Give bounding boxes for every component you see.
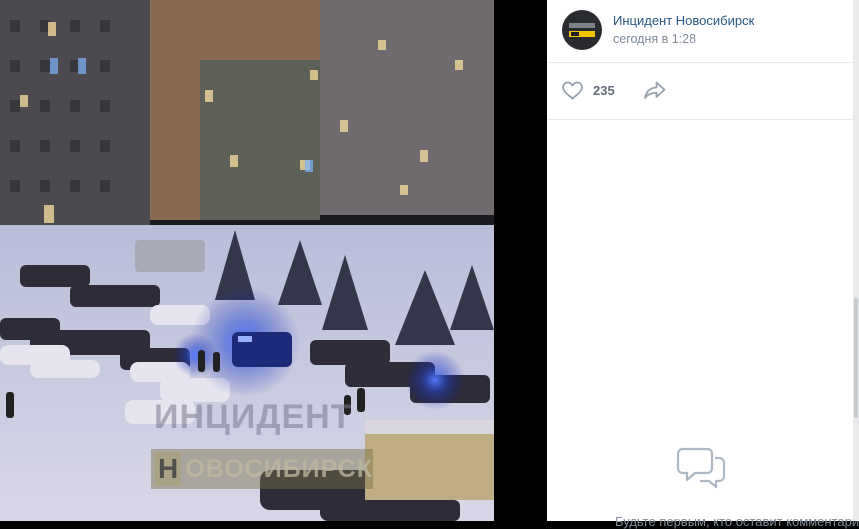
panel-scrollbar[interactable]	[853, 0, 859, 521]
watermark-banner: Н ОВОСИБИРСК	[151, 449, 373, 489]
post-photo[interactable]: ИНЦИДЕНТ Н ОВОСИБИРСК	[0, 0, 494, 521]
watermark-city: ОВОСИБИРСК	[185, 454, 373, 483]
avatar-logo	[569, 23, 595, 37]
comments-empty-text: Будьте первым, кто оставит комментарий	[615, 514, 859, 529]
post-time[interactable]: сегодня в 1:28	[613, 32, 696, 46]
share-icon	[644, 81, 666, 99]
post-header: Инцидент Новосибирск сегодня в 1:28	[547, 0, 853, 63]
post-side-panel: Инцидент Новосибирск сегодня в 1:28 235 …	[547, 0, 859, 529]
heart-icon	[562, 81, 583, 100]
like-button[interactable]: 235	[561, 78, 615, 102]
share-button[interactable]	[642, 78, 668, 102]
watermark-letter: Н	[155, 452, 182, 486]
watermark-title: ИНЦИДЕНТ	[154, 398, 353, 436]
speech-bubble-icon	[676, 447, 726, 489]
post-actions: 235	[547, 62, 853, 120]
photo-night-scene	[0, 0, 494, 521]
author-name-link[interactable]: Инцидент Новосибирск	[613, 13, 754, 28]
avatar[interactable]	[562, 10, 602, 50]
photo-viewer-gutter	[494, 0, 547, 521]
scrollbar-thumb[interactable]	[854, 298, 858, 418]
like-count: 235	[593, 82, 615, 98]
